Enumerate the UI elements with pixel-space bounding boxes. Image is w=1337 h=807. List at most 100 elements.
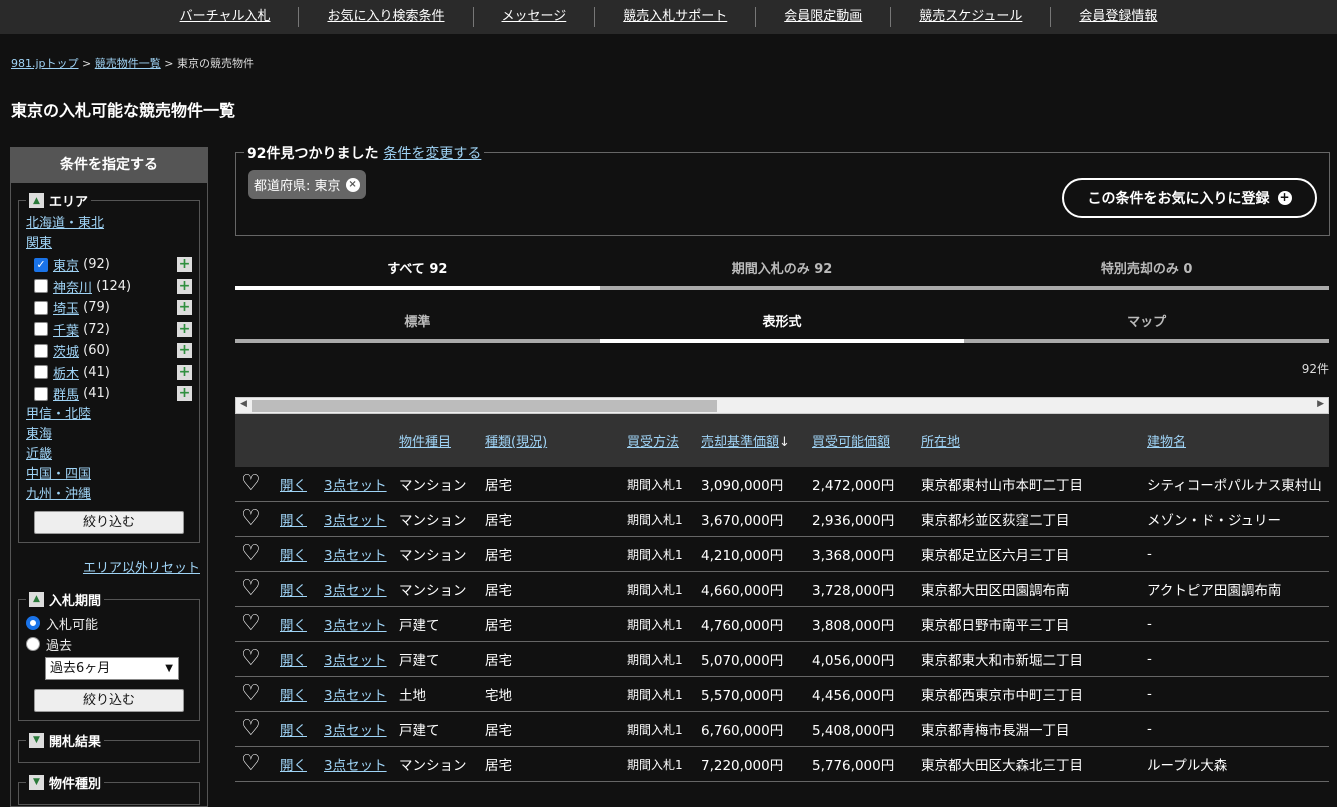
favorite-heart-icon[interactable]: ♡ xyxy=(241,683,261,705)
three-set-link[interactable]: 3点セット xyxy=(324,579,387,599)
nav-member-videos[interactable]: 会員限定動画 xyxy=(756,7,892,27)
open-link[interactable]: 開く xyxy=(280,474,307,494)
tab-all[interactable]: すべて 92 xyxy=(235,254,600,290)
checkbox-icon[interactable] xyxy=(34,300,48,315)
favorite-heart-icon[interactable]: ♡ xyxy=(241,508,261,530)
tab-period-bid[interactable]: 期間入札のみ 92 xyxy=(599,254,965,290)
open-link[interactable]: 開く xyxy=(280,579,307,599)
pref-tokyo[interactable]: ✓ 東京 (92) + xyxy=(26,254,192,276)
three-set-link[interactable]: 3点セット xyxy=(324,719,387,739)
area-reset-link[interactable]: エリア以外リセット xyxy=(11,557,200,576)
horizontal-scrollbar[interactable]: ◀ ▶ xyxy=(235,397,1329,414)
change-conditions-link[interactable]: 条件を変更する xyxy=(383,146,481,162)
nav-member-info[interactable]: 会員登録情報 xyxy=(1051,7,1185,27)
three-set-link[interactable]: 3点セット xyxy=(324,509,387,529)
plus-icon[interactable]: + xyxy=(177,257,192,273)
open-link[interactable]: 開く xyxy=(280,509,307,529)
region-koshinetsu[interactable]: 甲信・北陸 xyxy=(26,405,192,425)
three-set-link[interactable]: 3点セット xyxy=(324,544,387,564)
nav-favorite-search[interactable]: お気に入り検索条件 xyxy=(299,7,474,27)
favorite-heart-icon[interactable]: ♡ xyxy=(241,753,261,775)
nav-messages[interactable]: メッセージ xyxy=(474,7,596,27)
checkbox-icon[interactable] xyxy=(34,343,48,358)
favorite-heart-icon[interactable]: ♡ xyxy=(241,613,261,635)
pref-name[interactable]: 茨城 xyxy=(53,341,79,360)
plus-icon[interactable]: + xyxy=(177,364,192,380)
plus-icon[interactable]: + xyxy=(177,321,192,337)
open-link[interactable]: 開く xyxy=(280,649,307,669)
region-hokkaido-tohoku[interactable]: 北海道・東北 xyxy=(26,214,192,234)
radio-icon[interactable] xyxy=(26,637,40,651)
scroll-left-icon[interactable]: ◀ xyxy=(240,399,247,409)
pref-name[interactable]: 埼玉 xyxy=(53,298,79,317)
favorite-heart-icon[interactable]: ♡ xyxy=(241,718,261,740)
sort-method[interactable]: 買受方法 xyxy=(627,431,679,450)
region-kyushu-okinawa[interactable]: 九州・沖縄 xyxy=(26,485,192,505)
collapse-up-icon[interactable]: ▲ xyxy=(29,591,44,607)
three-set-link[interactable]: 3点セット xyxy=(324,684,387,704)
period-filter-button[interactable]: 絞り込む xyxy=(34,688,184,712)
favorite-heart-icon[interactable]: ♡ xyxy=(241,648,261,670)
open-link[interactable]: 開く xyxy=(280,684,307,704)
nav-bid-support[interactable]: 競売入札サポート xyxy=(595,7,757,27)
pref-saitama[interactable]: 埼玉 (79) + xyxy=(26,297,192,319)
collapse-up-icon[interactable]: ▲ xyxy=(29,193,44,208)
tab-standard[interactable]: 標準 xyxy=(235,307,600,343)
three-set-link[interactable]: 3点セット xyxy=(324,649,387,669)
plus-icon[interactable]: + xyxy=(177,343,192,359)
three-set-link[interactable]: 3点セット xyxy=(324,474,387,494)
breadcrumb-list[interactable]: 競売物件一覧 xyxy=(95,57,161,70)
pref-chiba[interactable]: 千葉 (72) + xyxy=(26,319,192,341)
pref-name[interactable]: 栃木 xyxy=(53,363,79,382)
plus-icon[interactable]: + xyxy=(177,386,192,402)
region-kanto[interactable]: 関東 xyxy=(26,234,192,254)
region-kinki[interactable]: 近畿 xyxy=(26,445,192,465)
radio-past[interactable]: 過去 xyxy=(26,634,192,655)
expand-down-icon[interactable]: ▼ xyxy=(29,732,44,748)
region-tokai[interactable]: 東海 xyxy=(26,425,192,445)
nav-virtual-bid[interactable]: バーチャル入札 xyxy=(152,7,300,27)
three-set-link[interactable]: 3点セット xyxy=(324,614,387,634)
open-link[interactable]: 開く xyxy=(280,544,307,564)
sort-base-price[interactable]: 売却基準価額 xyxy=(701,435,779,450)
favorite-heart-icon[interactable]: ♡ xyxy=(241,543,261,565)
sort-building[interactable]: 建物名 xyxy=(1147,431,1186,450)
scroll-right-icon[interactable]: ▶ xyxy=(1317,399,1324,409)
expand-down-icon[interactable]: ▼ xyxy=(29,774,44,790)
pref-name[interactable]: 群馬 xyxy=(53,384,79,403)
open-link[interactable]: 開く xyxy=(280,614,307,634)
sort-possible-price[interactable]: 買受可能価額 xyxy=(812,431,890,450)
tab-table[interactable]: 表形式 xyxy=(599,307,965,343)
region-chugoku-shikoku[interactable]: 中国・四国 xyxy=(26,465,192,485)
pref-tochigi[interactable]: 栃木 (41) + xyxy=(26,362,192,384)
area-filter-button[interactable]: 絞り込む xyxy=(34,510,184,534)
save-favorite-button[interactable]: この条件をお気に入りに登録 + xyxy=(1062,178,1317,218)
open-link[interactable]: 開く xyxy=(280,754,307,774)
plus-icon[interactable]: + xyxy=(177,300,192,316)
checkbox-icon[interactable] xyxy=(34,386,48,401)
pref-ibaraki[interactable]: 茨城 (60) + xyxy=(26,340,192,362)
three-set-link[interactable]: 3点セット xyxy=(324,754,387,774)
scroll-thumb[interactable] xyxy=(252,400,717,412)
sort-location[interactable]: 所在地 xyxy=(921,431,960,450)
checkbox-icon[interactable] xyxy=(34,365,48,380)
plus-icon[interactable]: + xyxy=(177,278,192,294)
favorite-heart-icon[interactable]: ♡ xyxy=(241,578,261,600)
favorite-heart-icon[interactable]: ♡ xyxy=(241,473,261,495)
tab-special-sale[interactable]: 特別売却のみ 0 xyxy=(964,254,1330,290)
checkbox-checked-icon[interactable]: ✓ xyxy=(34,257,48,272)
pref-name[interactable]: 千葉 xyxy=(53,320,79,339)
nav-schedule[interactable]: 競売スケジュール xyxy=(891,7,1052,27)
sort-type[interactable]: 物件種目 xyxy=(399,431,451,450)
sort-kind[interactable]: 種類(現況) xyxy=(485,431,547,450)
pref-gunma[interactable]: 群馬 (41) + xyxy=(26,383,192,405)
pref-kanagawa[interactable]: 神奈川 (124) + xyxy=(26,276,192,298)
pref-name[interactable]: 神奈川 xyxy=(53,277,92,296)
radio-selected-icon[interactable] xyxy=(26,616,40,630)
tab-map[interactable]: マップ xyxy=(964,307,1330,343)
close-icon[interactable]: × xyxy=(345,177,360,192)
checkbox-icon[interactable] xyxy=(34,322,48,337)
breadcrumb-home[interactable]: 981.jpトップ xyxy=(11,57,79,70)
past-period-select[interactable]: 過去6ヶ月 ▼ xyxy=(45,656,179,680)
radio-available[interactable]: 入札可能 xyxy=(26,613,192,634)
